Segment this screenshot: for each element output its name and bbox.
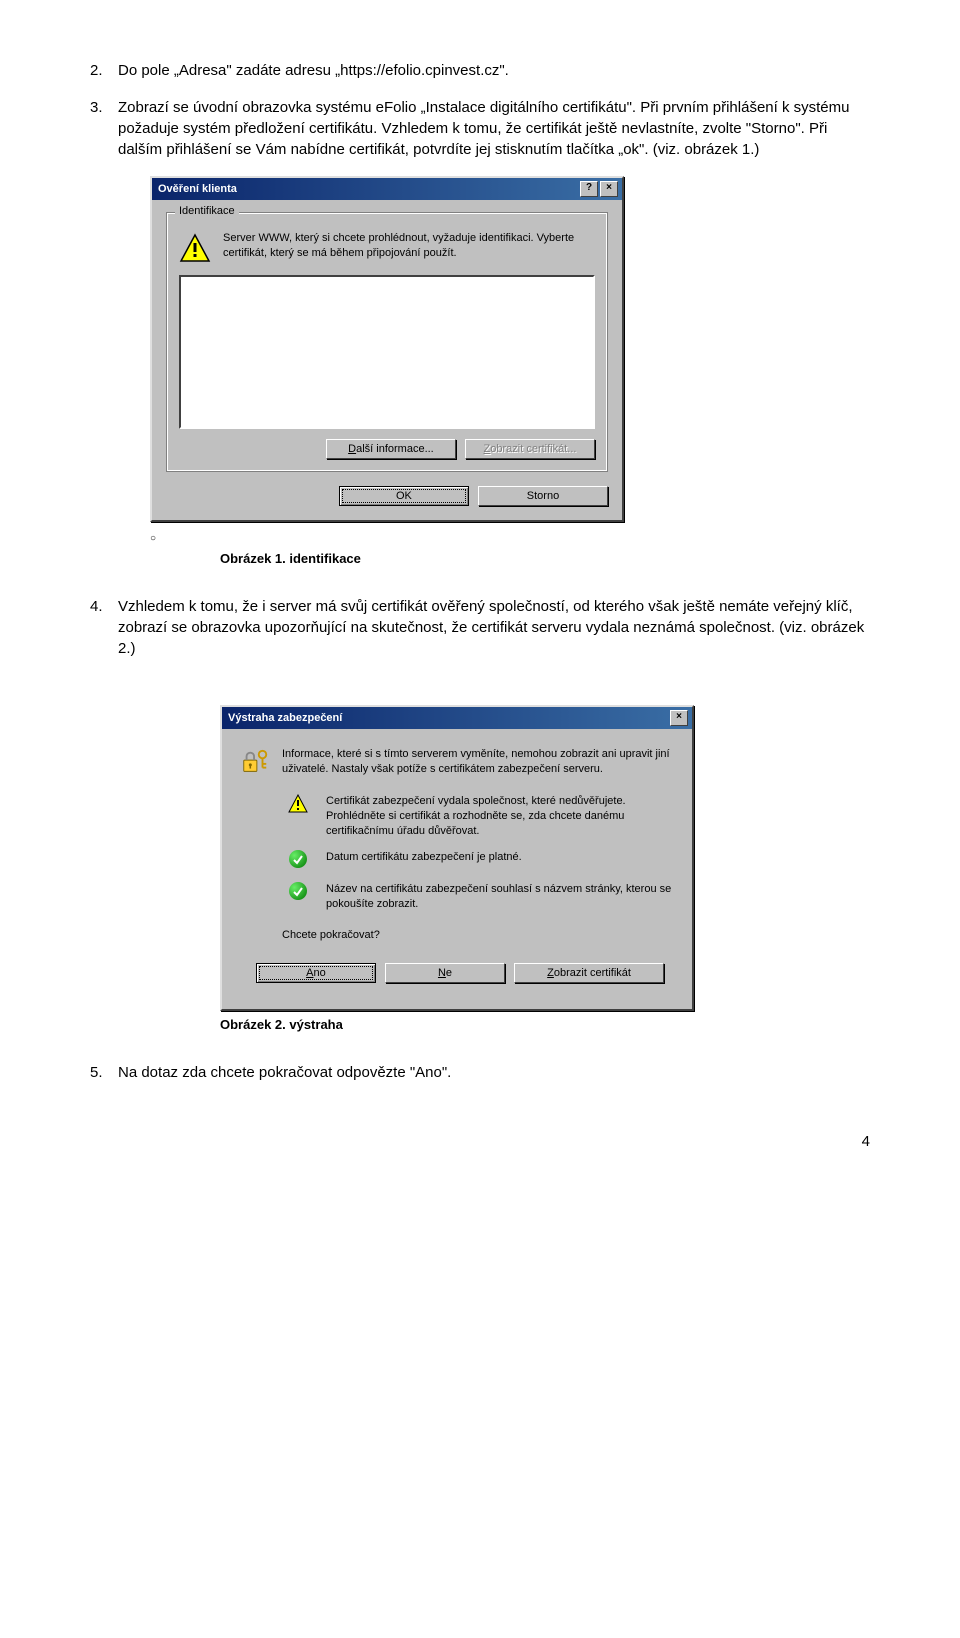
bullet [150,530,870,545]
titlebar[interactable]: Ověření klienta ? × [152,178,622,200]
groupbox-legend: Identifikace [175,205,239,217]
cancel-button[interactable]: Storno [478,486,608,506]
list-number: 3. [90,97,118,160]
show-certificate-button[interactable]: Zobrazit certifikát [514,963,664,983]
yes-button[interactable]: Ano [256,963,376,983]
titlebar-text: Ověření klienta [158,183,578,195]
ok-button[interactable]: OK [339,486,469,506]
security-message-1: Informace, které si s tímto serverem vym… [282,747,674,777]
help-icon[interactable]: ? [580,181,598,197]
dialog-client-verification: Ověření klienta ? × Identifikace Server … [150,176,624,522]
titlebar[interactable]: Výstraha zabezpečení × [222,707,692,729]
lock-key-icon [240,747,268,782]
show-certificate-button: Zobrazit certifikát... [465,439,595,459]
list-item-4: 4. Vzhledem k tomu, že i server má svůj … [90,596,870,659]
certificate-listbox[interactable] [179,275,595,429]
list-number: 5. [90,1062,118,1083]
security-message-3: Datum certifikátu zabezpečení je platné. [326,850,522,865]
security-message-4: Název na certifikátu zabezpečení souhlas… [326,882,674,912]
groupbox-identification: Identifikace Server WWW, který si chcete… [166,212,608,472]
check-ok-icon [284,850,312,870]
warning-icon [284,794,312,819]
more-info-button[interactable]: Další informace... [326,439,456,459]
list-item-3: 3. Zobrazí se úvodní obrazovka systému e… [90,97,870,160]
titlebar-text: Výstraha zabezpečení [228,712,668,724]
list-text: Zobrazí se úvodní obrazovka systému eFol… [118,97,870,160]
list-text: Vzhledem k tomu, že i server má svůj cer… [118,596,870,659]
dialog-message: Server WWW, který si chcete prohlédnout,… [223,231,595,261]
list-number: 2. [90,60,118,81]
list-item-5: 5. Na dotaz zda chcete pokračovat odpově… [90,1062,870,1083]
figure-caption-2: Obrázek 2. výstraha [220,1017,870,1032]
continue-prompt: Chcete pokračovat? [282,928,380,943]
no-button[interactable]: Ne [385,963,505,983]
list-text: Na dotaz zda chcete pokračovat odpovězte… [118,1062,870,1083]
figure-caption-1: Obrázek 1. identifikace [220,551,870,566]
check-ok-icon [284,882,312,902]
warning-icon [179,233,211,265]
close-icon[interactable]: × [670,710,688,726]
list-text: Do pole „Adresa" zadáte adresu „https://… [118,60,870,81]
security-message-2: Certifikát zabezpečení vydala společnost… [326,794,674,839]
list-item-2: 2. Do pole „Adresa" zadáte adresu „https… [90,60,870,81]
dialog-security-warning: Výstraha zabezpečení × Informace, které … [220,705,694,1011]
list-number: 4. [90,596,118,659]
page-number: 4 [90,1133,870,1150]
close-icon[interactable]: × [600,181,618,197]
